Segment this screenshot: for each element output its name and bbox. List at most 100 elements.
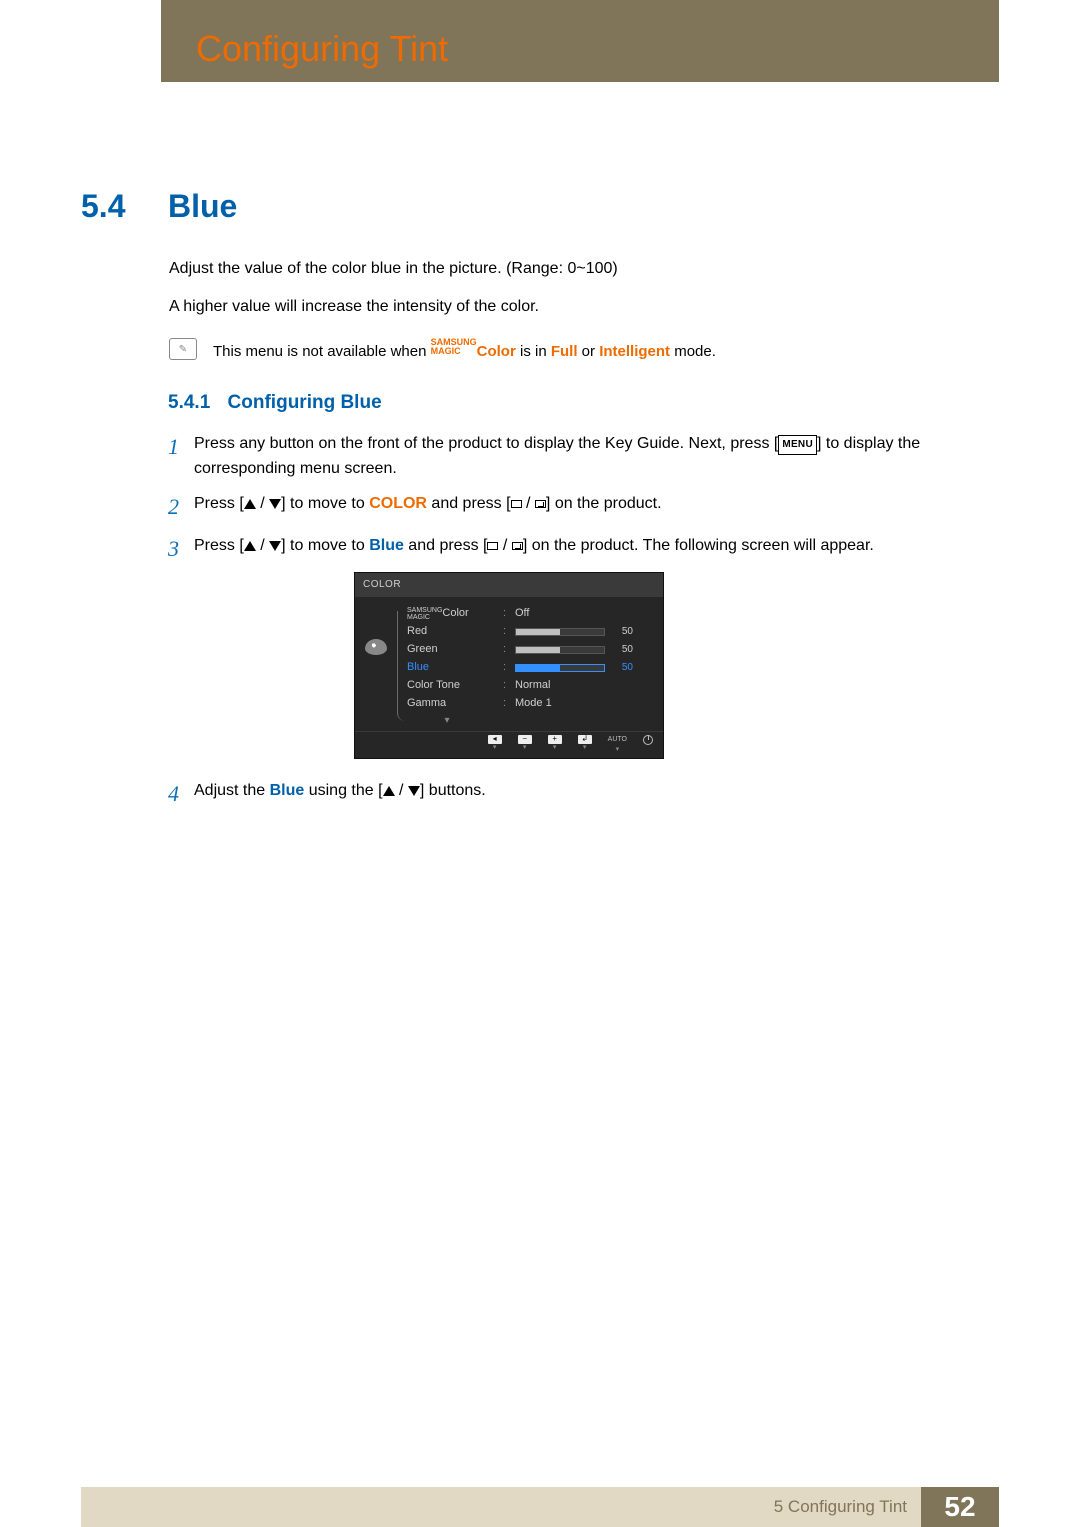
step-4: 4 Adjust the Blue using the [ / ] button…	[168, 779, 968, 811]
step-1: 1 Press any button on the front of the p…	[168, 432, 968, 482]
step-body: Press any button on the front of the pro…	[194, 432, 968, 482]
step1-text-a: Press any button on the front of the pro…	[194, 435, 778, 452]
osd-footer: ◂▾ −▾ +▾ ↲▾ AUTO▾	[355, 731, 663, 758]
osd-val-red: 50	[611, 624, 633, 640]
section-title: Blue	[168, 188, 237, 225]
osd-magic-label: Color	[442, 605, 468, 622]
step4-text-c: ] buttons.	[420, 782, 486, 799]
step3-text-a: Press [	[194, 537, 244, 554]
document-title: Configuring Tint	[196, 28, 448, 70]
osd-title: COLOR	[355, 573, 663, 597]
step2-text-d: ] on the product.	[546, 495, 662, 512]
menu-button-label: MENU	[778, 435, 817, 455]
note-colorword: Color	[477, 343, 516, 360]
osd-panel: COLOR SAMSUNG MAGIC Color	[354, 572, 664, 758]
osd-row-blue: :50	[503, 659, 657, 677]
step-2: 2 Press [ / ] to move to COLOR and press…	[168, 492, 968, 524]
osd-item-green: Green	[397, 641, 497, 659]
source-icon	[487, 542, 498, 550]
section-number: 5.4	[81, 188, 125, 225]
osd-values-col: :Off :50 :50 :50 :Normal :Mode 1	[503, 605, 657, 727]
intro-paragraph-1: Adjust the value of the color blue in th…	[169, 260, 618, 278]
note-or: or	[582, 343, 600, 360]
note-full: Full	[551, 343, 578, 360]
osd-foot-power	[643, 735, 653, 753]
osd-foot-back: ◂▾	[488, 735, 502, 753]
step2-text-c: and press [	[427, 495, 511, 512]
palette-icon	[365, 639, 387, 655]
slider-green	[515, 646, 605, 654]
tree-branch-line	[397, 611, 405, 721]
osd-magic-top: SAMSUNG	[407, 607, 442, 614]
spacer	[503, 713, 657, 727]
step2-color-word: COLOR	[369, 495, 427, 512]
chevron-down-icon: ▾	[397, 713, 497, 727]
step-number: 3	[168, 532, 194, 769]
slider-blue	[515, 664, 605, 672]
step-number: 2	[168, 490, 194, 524]
step-body: Press [ / ] to move to Blue and press [ …	[194, 534, 968, 769]
step3-text-b: ] to move to	[281, 537, 369, 554]
osd-row-magiccolor: :Off	[503, 605, 657, 623]
down-arrow-icon	[269, 499, 281, 509]
step3-text-d: ] on the product. The following screen w…	[523, 537, 874, 554]
osd-magic-bot: MAGIC	[407, 614, 430, 621]
osd-val-gamma: Mode 1	[515, 695, 552, 712]
osd-item-gamma: Gamma	[397, 695, 497, 713]
enter-icon	[512, 542, 523, 550]
osd-item-red: Red	[397, 623, 497, 641]
up-arrow-icon	[383, 786, 395, 796]
subsection-title: Configuring Blue	[228, 392, 382, 413]
step-list: 1 Press any button on the front of the p…	[168, 432, 968, 821]
osd-val-green: 50	[611, 642, 633, 658]
osd-body: SAMSUNG MAGIC Color Red Green Blue Color…	[355, 597, 663, 731]
osd-val-tone: Normal	[515, 677, 550, 694]
step3-text-c: and press [	[404, 537, 488, 554]
osd-row-red: :50	[503, 623, 657, 641]
osd-menu-tree: SAMSUNG MAGIC Color Red Green Blue Color…	[397, 605, 497, 727]
osd-item-colortone: Color Tone	[397, 677, 497, 695]
osd-foot-minus: −▾	[518, 735, 532, 753]
step-3: 3 Press [ / ] to move to Blue and press …	[168, 534, 968, 769]
osd-item-blue: Blue	[397, 659, 497, 677]
step4-blue-word: Blue	[270, 782, 305, 799]
osd-foot-auto-label: AUTO	[608, 735, 627, 746]
osd-row-tone: :Normal	[503, 677, 657, 695]
step4-text-a: Adjust the	[194, 782, 270, 799]
step4-text-b: using the [	[304, 782, 382, 799]
osd-foot-plus: +▾	[548, 735, 562, 753]
subsection-heading: 5.4.1 Configuring Blue	[168, 392, 382, 414]
osd-item-magiccolor: SAMSUNG MAGIC Color	[397, 605, 497, 623]
osd-left-col	[361, 605, 391, 727]
note-icon: ✎	[169, 338, 197, 360]
magic-brand: SAMSUNG MAGIC	[431, 338, 477, 356]
note-lead: This menu is not available when	[213, 343, 431, 360]
step2-text-b: ] to move to	[281, 495, 369, 512]
footer-chapter: 5 Configuring Tint	[81, 1487, 921, 1527]
subsection-number: 5.4.1	[168, 392, 210, 413]
note-tail: mode.	[674, 343, 716, 360]
enter-icon	[535, 500, 546, 508]
magic-brand-bottom: MAGIC	[431, 346, 461, 356]
osd-val-off: Off	[515, 605, 529, 622]
osd-row-green: :50	[503, 641, 657, 659]
down-arrow-icon	[408, 786, 420, 796]
down-arrow-icon	[269, 541, 281, 551]
step3-blue-word: Blue	[369, 537, 404, 554]
note-row: ✎ This menu is not available when SAMSUN…	[169, 338, 716, 360]
intro-paragraph-2: A higher value will increase the intensi…	[169, 298, 539, 316]
footer-page-number: 52	[921, 1487, 999, 1527]
note-text: This menu is not available when SAMSUNG …	[213, 338, 716, 360]
osd-foot-auto: AUTO▾	[608, 735, 627, 753]
step-number: 4	[168, 777, 194, 811]
step2-text-a: Press [	[194, 495, 244, 512]
osd-val-blue: 50	[611, 660, 633, 676]
header-tab	[81, 0, 161, 82]
osd-foot-enter: ↲▾	[578, 735, 592, 753]
note-mid: is in	[520, 343, 551, 360]
source-icon	[511, 500, 522, 508]
up-arrow-icon	[244, 499, 256, 509]
note-intelligent: Intelligent	[599, 343, 670, 360]
up-arrow-icon	[244, 541, 256, 551]
step-number: 1	[168, 430, 194, 482]
